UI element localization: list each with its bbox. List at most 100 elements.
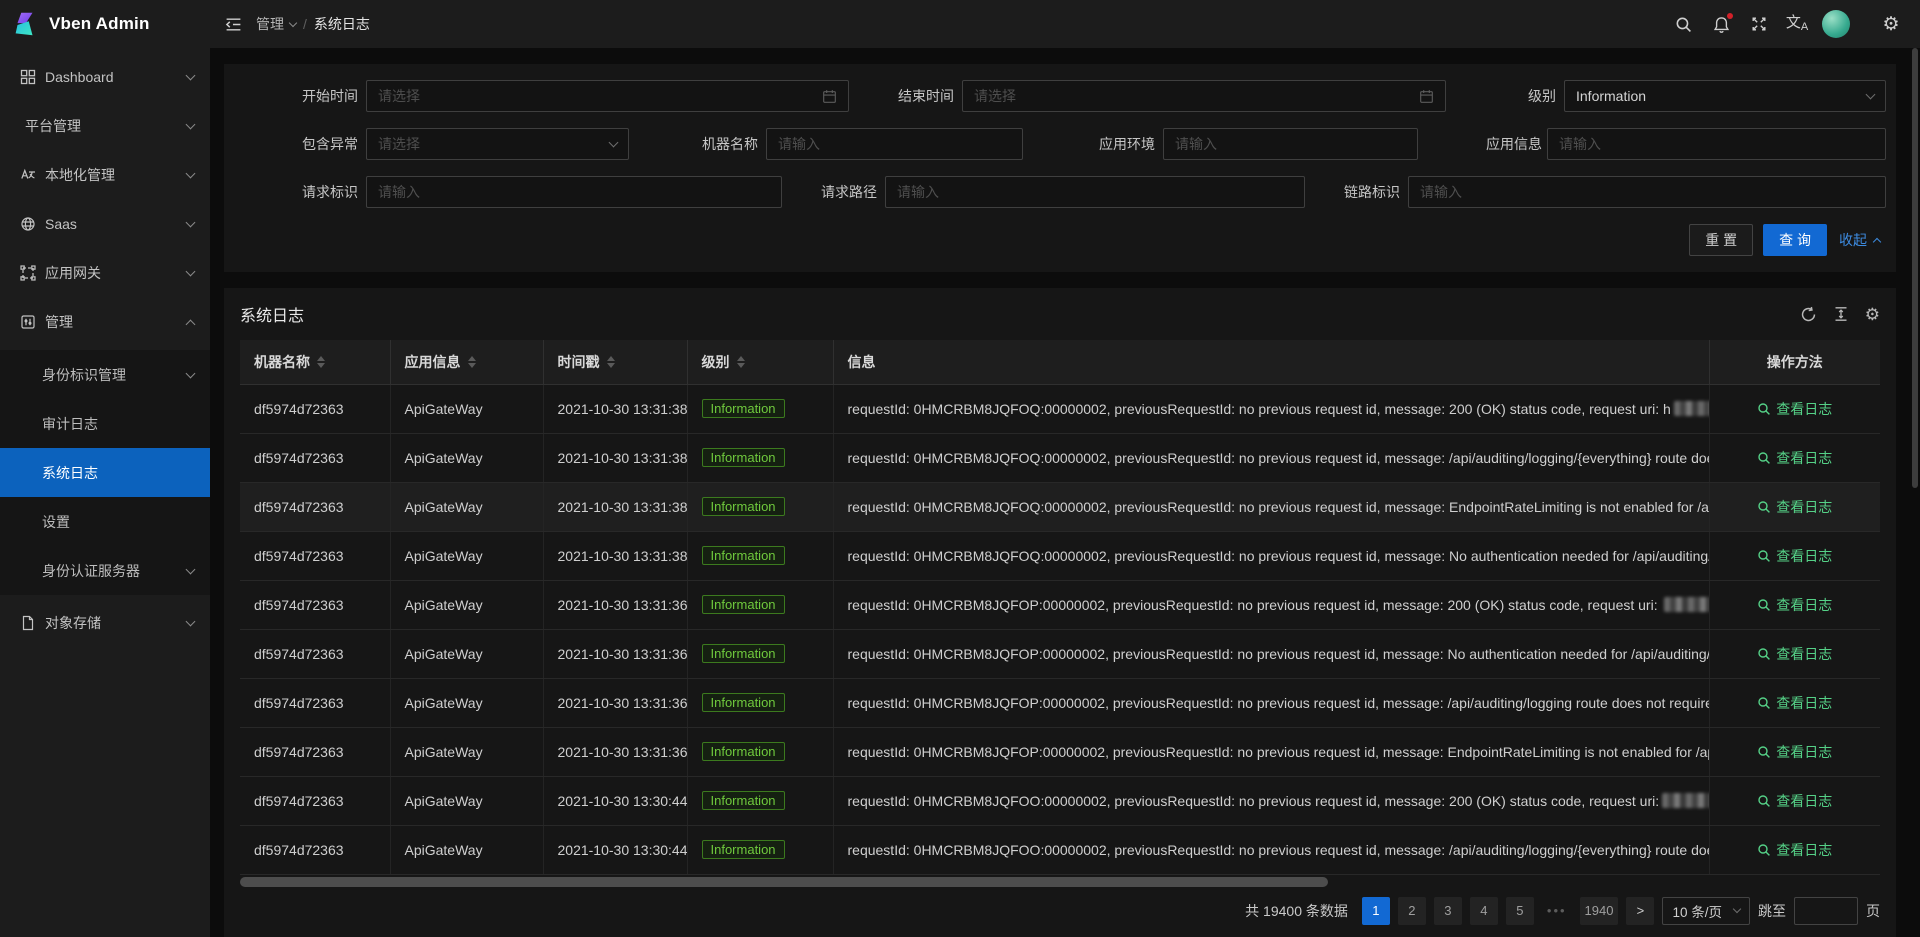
view-log-link[interactable]: 查看日志 bbox=[1757, 448, 1832, 468]
view-log-link[interactable]: 查看日志 bbox=[1757, 595, 1832, 615]
sidebar-subitem[interactable]: 设置 bbox=[0, 497, 210, 546]
view-log-link[interactable]: 查看日志 bbox=[1757, 791, 1832, 811]
page-button[interactable]: 1 bbox=[1362, 897, 1390, 925]
topbar-right: 文A ⚙ bbox=[1664, 0, 1910, 48]
logo[interactable]: Vben Admin bbox=[0, 0, 210, 48]
page-unit-label: 页 bbox=[1866, 901, 1880, 921]
machine-name-box[interactable] bbox=[766, 128, 1023, 160]
column-header[interactable]: 时间戳 bbox=[543, 340, 687, 384]
settings-gear-icon[interactable]: ⚙ bbox=[1872, 0, 1910, 48]
app-env-input[interactable] bbox=[1175, 136, 1406, 152]
menu-fold-icon[interactable] bbox=[216, 7, 250, 41]
collapse-label: 收起 bbox=[1839, 230, 1867, 250]
sidebar-item[interactable]: 本地化管理 bbox=[0, 154, 210, 196]
level-badge: Information bbox=[702, 840, 785, 859]
search-icon[interactable] bbox=[1664, 0, 1702, 48]
sort-icon[interactable] bbox=[468, 356, 476, 368]
column-header[interactable]: 机器名称 bbox=[240, 340, 390, 384]
request-id-input[interactable] bbox=[378, 184, 770, 200]
trace-id-input[interactable] bbox=[1420, 184, 1874, 200]
trace-id-box[interactable] bbox=[1408, 176, 1886, 208]
sort-icon[interactable] bbox=[737, 356, 745, 368]
sidebar-item[interactable]: Saas bbox=[0, 203, 210, 245]
jump-page-input[interactable] bbox=[1794, 897, 1858, 925]
level-label: 级别 bbox=[1522, 86, 1564, 106]
timestamp-cell: 2021-10-30 13:31:36 bbox=[543, 629, 687, 678]
app-env-field: 应用环境 bbox=[1093, 128, 1418, 160]
vertical-scrollbar-thumb[interactable] bbox=[1912, 48, 1918, 488]
sidebar-item[interactable]: 应用网关 bbox=[0, 252, 210, 294]
page-button[interactable]: 5 bbox=[1506, 897, 1534, 925]
app-title: Vben Admin bbox=[49, 14, 150, 34]
column-header[interactable]: 级别 bbox=[687, 340, 833, 384]
page-button[interactable]: 3 bbox=[1434, 897, 1462, 925]
app-info-cell: ApiGateWay bbox=[390, 825, 543, 874]
column-header[interactable]: 应用信息 bbox=[390, 340, 543, 384]
breadcrumb-parent[interactable]: 管理 bbox=[256, 14, 296, 34]
page-button[interactable]: 1940 bbox=[1580, 897, 1619, 925]
sidebar-subitem[interactable]: 系统日志 bbox=[0, 448, 210, 497]
row-height-icon[interactable] bbox=[1833, 306, 1849, 322]
collapse-link[interactable]: 收起 bbox=[1839, 230, 1880, 250]
machine-name-input[interactable] bbox=[778, 136, 1011, 152]
chevron-down-icon bbox=[186, 267, 196, 277]
timestamp-cell: 2021-10-30 13:31:36 bbox=[543, 727, 687, 776]
translate-icon[interactable]: 文A bbox=[1778, 0, 1816, 48]
request-id-box[interactable] bbox=[366, 176, 782, 208]
sidebar-item[interactable]: 管理 bbox=[0, 301, 210, 343]
sidebar-item[interactable]: 对象存储 bbox=[0, 602, 210, 644]
sort-asc-caret bbox=[468, 356, 476, 361]
start-time-picker[interactable] bbox=[366, 80, 849, 112]
sidebar-subitem[interactable]: 身份认证服务器 bbox=[0, 546, 210, 595]
view-log-link[interactable]: 查看日志 bbox=[1757, 546, 1832, 566]
view-log-link[interactable]: 查看日志 bbox=[1757, 742, 1832, 762]
page-size-select[interactable]: 10 条/页 bbox=[1662, 897, 1750, 925]
avatar[interactable] bbox=[1822, 10, 1850, 38]
search-button[interactable]: 查 询 bbox=[1763, 224, 1827, 256]
app-info-cell: ApiGateWay bbox=[390, 727, 543, 776]
action-cell: 查看日志 bbox=[1709, 825, 1880, 874]
settings-icon[interactable]: ⚙ bbox=[1865, 306, 1880, 323]
sort-icon[interactable] bbox=[317, 356, 325, 368]
start-time-input[interactable] bbox=[378, 88, 814, 104]
refresh-icon[interactable] bbox=[1800, 306, 1817, 323]
app-info-box[interactable] bbox=[1547, 128, 1886, 160]
sidebar-subitem[interactable]: 身份标识管理 bbox=[0, 350, 210, 399]
message-text: requestId: 0HMCRBM8JQFOQ:00000002, previ… bbox=[848, 548, 1710, 564]
magnifier-icon bbox=[1757, 745, 1771, 759]
app-env-box[interactable] bbox=[1163, 128, 1418, 160]
filter-panel: 开始时间 结束时间 bbox=[224, 64, 1896, 272]
include-exception-select[interactable]: 请选择 bbox=[366, 128, 629, 160]
column-header-inner: 应用信息 bbox=[405, 352, 476, 372]
level-badge: Information bbox=[702, 399, 785, 418]
request-path-box[interactable] bbox=[885, 176, 1305, 208]
column-header-label: 信息 bbox=[848, 352, 876, 372]
sort-icon[interactable] bbox=[607, 356, 615, 368]
fullscreen-icon[interactable] bbox=[1740, 0, 1778, 48]
page-button[interactable]: 4 bbox=[1470, 897, 1498, 925]
page-button[interactable]: 2 bbox=[1398, 897, 1426, 925]
view-log-link[interactable]: 查看日志 bbox=[1757, 497, 1832, 517]
topbar: 管理 / 系统日志 bbox=[210, 0, 1920, 48]
level-select[interactable]: Information bbox=[1564, 80, 1886, 112]
end-time-picker[interactable] bbox=[962, 80, 1446, 112]
action-cell: 查看日志 bbox=[1709, 482, 1880, 531]
chevron-up-icon bbox=[186, 319, 196, 329]
next-page-button[interactable]: > bbox=[1626, 897, 1654, 925]
sidebar-item[interactable]: Dashboard bbox=[0, 56, 210, 98]
reset-button[interactable]: 重 置 bbox=[1689, 224, 1753, 256]
magnifier-icon bbox=[1757, 500, 1771, 514]
sidebar-subitem[interactable]: 审计日志 bbox=[0, 399, 210, 448]
view-log-link[interactable]: 查看日志 bbox=[1757, 644, 1832, 664]
end-time-input[interactable] bbox=[974, 88, 1411, 104]
view-log-link[interactable]: 查看日志 bbox=[1757, 840, 1832, 860]
app-info-field: 应用信息 bbox=[1486, 128, 1886, 160]
sidebar-item[interactable]: 平台管理 bbox=[0, 105, 210, 147]
view-log-link[interactable]: 查看日志 bbox=[1757, 693, 1832, 713]
view-log-link[interactable]: 查看日志 bbox=[1757, 399, 1832, 419]
bell-icon[interactable] bbox=[1702, 0, 1740, 48]
level-cell: Information bbox=[687, 629, 833, 678]
app-info-input[interactable] bbox=[1559, 136, 1874, 152]
request-path-input[interactable] bbox=[897, 184, 1293, 200]
horizontal-scrollbar-thumb[interactable] bbox=[240, 877, 1328, 887]
